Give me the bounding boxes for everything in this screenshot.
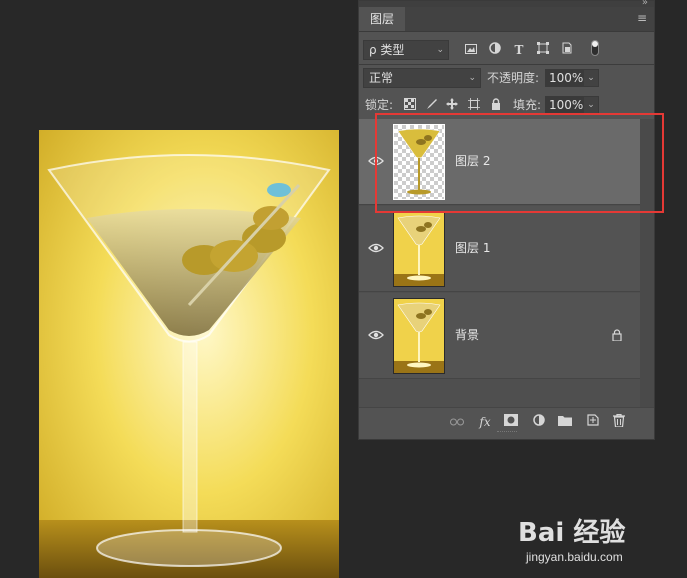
layers-scrollbar[interactable]: [640, 119, 654, 409]
smart-object-filter-icon[interactable]: [559, 42, 575, 58]
fx-icon[interactable]: fx: [477, 414, 493, 430]
shape-filter-icon[interactable]: [535, 42, 551, 58]
lock-artboard-icon[interactable]: [467, 98, 481, 112]
layer-thumbnail[interactable]: [393, 211, 445, 287]
opacity-label: 不透明度:: [487, 71, 540, 85]
watermark-url: jingyan.baidu.com: [526, 550, 623, 564]
layer-name[interactable]: 图层 2: [455, 153, 490, 169]
layers-panel: » 图层 ≡ ρ 类型 ⌄ T 正常 ⌄ 不透明度: 100% ⌄ 锁定: 填充…: [358, 0, 655, 440]
layer-thumbnail[interactable]: [393, 298, 445, 374]
tab-layers[interactable]: 图层: [359, 7, 405, 31]
blend-mode-dropdown[interactable]: 正常 ⌄: [363, 68, 481, 88]
fill-label: 填充:: [513, 98, 542, 112]
opacity-slider-toggle[interactable]: ⌄: [583, 69, 599, 87]
type-filter-icon[interactable]: T: [511, 42, 527, 58]
canvas-image: [39, 130, 339, 578]
new-group-icon[interactable]: [557, 414, 573, 430]
blend-mode-value: 正常: [369, 71, 394, 85]
image-filter-icon[interactable]: [463, 42, 479, 58]
opacity-input[interactable]: 100%: [545, 69, 583, 87]
delete-icon[interactable]: [611, 413, 627, 430]
baidu-jingyan-watermark: Bai 经验 jingyan.baidu.com: [518, 512, 678, 574]
watermark-logo: Bai 经验: [518, 518, 626, 548]
lock-transparent-pixels-icon[interactable]: [403, 98, 417, 112]
chevron-down-icon: ⌄: [436, 45, 444, 55]
tab-strip: 图层 ≡: [359, 7, 654, 32]
layer-name[interactable]: 背景: [455, 327, 479, 343]
layer-name[interactable]: 图层 1: [455, 240, 490, 256]
divider: [359, 64, 654, 65]
filter-kind-dropdown[interactable]: ρ 类型 ⌄: [363, 40, 449, 60]
adjustment-filter-icon[interactable]: [487, 42, 503, 58]
filter-kind-label: ρ 类型: [369, 43, 405, 57]
layer-lock-icon[interactable]: [612, 329, 624, 343]
filter-row: ρ 类型 ⌄ T: [359, 39, 654, 61]
visibility-eye-icon[interactable]: [368, 155, 384, 167]
filter-toggle-icon[interactable]: [587, 40, 603, 56]
layer-row-background[interactable]: 背景: [359, 293, 640, 379]
lock-row: 锁定: 填充: 100% ⌄: [359, 94, 654, 116]
layer-row-layer-1[interactable]: 图层 1: [359, 206, 640, 292]
blend-row: 正常 ⌄ 不透明度: 100% ⌄: [359, 67, 654, 89]
fill-input[interactable]: 100%: [545, 96, 583, 114]
visibility-eye-icon[interactable]: [368, 242, 384, 254]
link-layers-icon[interactable]: [449, 414, 465, 430]
chevron-down-icon: ⌄: [468, 73, 476, 83]
add-mask-icon[interactable]: [503, 414, 519, 430]
layer-row-layer-2[interactable]: 图层 2: [359, 119, 640, 205]
lock-label: 锁定:: [365, 98, 394, 112]
new-layer-icon[interactable]: [585, 414, 601, 430]
layer-thumbnail[interactable]: [393, 124, 445, 200]
lock-image-pixels-icon[interactable]: [425, 98, 439, 112]
visibility-eye-icon[interactable]: [368, 329, 384, 341]
hamburger-menu-icon[interactable]: ≡: [636, 12, 648, 24]
lock-position-icon[interactable]: [445, 98, 459, 112]
layer-list: 图层 2 图层 1 背景: [359, 119, 640, 407]
layers-bottom-bar: fx: [359, 407, 654, 436]
fill-slider-toggle[interactable]: ⌄: [583, 96, 599, 114]
adjustment-layer-icon[interactable]: [531, 414, 547, 430]
panel-resize-grip[interactable]: [496, 431, 517, 435]
lock-all-icon[interactable]: [489, 98, 503, 112]
